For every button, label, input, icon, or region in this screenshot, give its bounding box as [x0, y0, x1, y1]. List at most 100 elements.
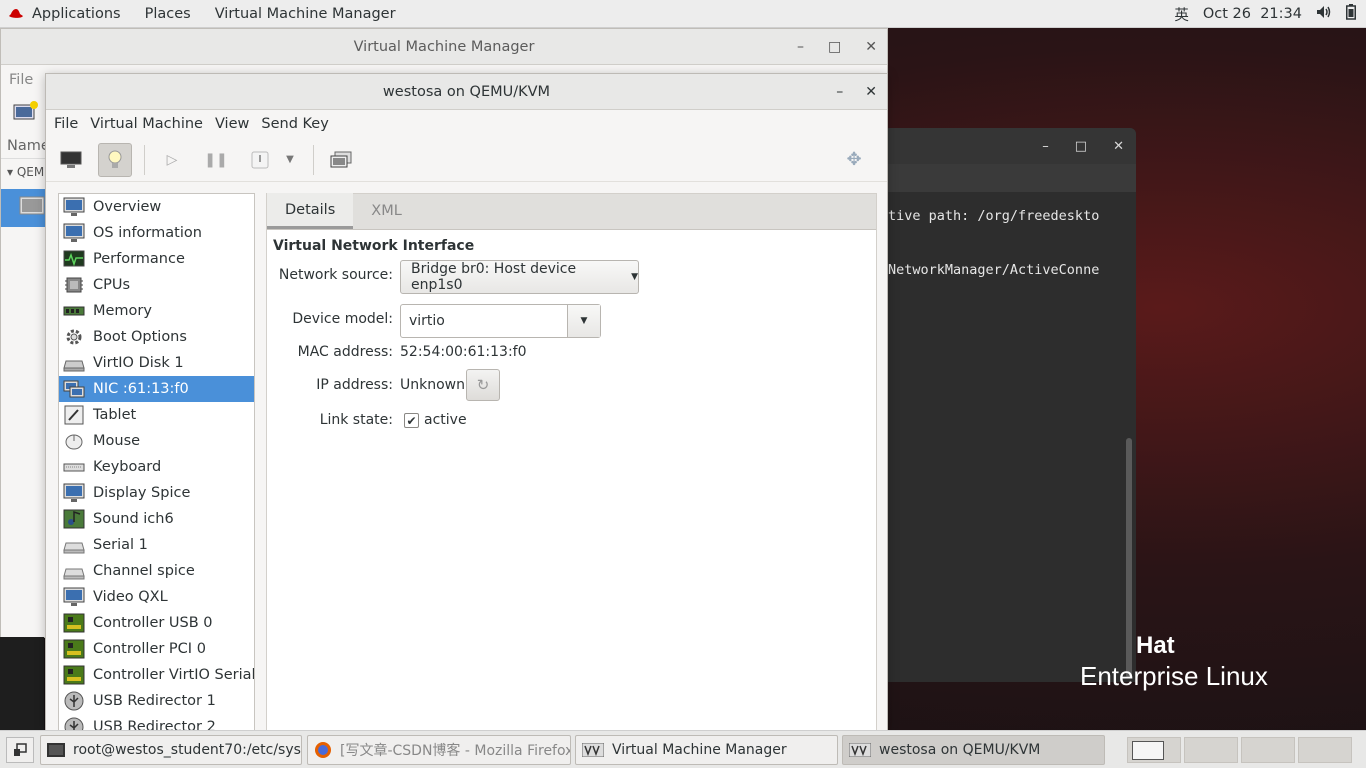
vmm-file-menu[interactable]: File — [9, 72, 33, 88]
close-icon[interactable]: ✕ — [865, 39, 877, 55]
workspace-3[interactable] — [1241, 737, 1295, 763]
hardware-item-label: Controller PCI 0 — [93, 641, 206, 657]
controller-icon — [63, 613, 85, 633]
hardware-item[interactable]: Memory — [59, 298, 254, 324]
new-vm-icon[interactable] — [13, 101, 39, 123]
ip-address-label: IP address: — [316, 377, 393, 393]
battery-icon[interactable] — [1346, 4, 1356, 24]
hardware-item-label: Keyboard — [93, 459, 162, 475]
hardware-item[interactable]: Display Spice — [59, 480, 254, 506]
app-menu[interactable]: Virtual Machine Manager — [203, 6, 408, 22]
menu-virtual-machine[interactable]: Virtual Machine — [84, 116, 209, 132]
hardware-item-label: Video QXL — [93, 589, 168, 605]
taskbar-item-firefox[interactable]: [写文章-CSDN博客 - Mozilla Firefox] — [307, 735, 571, 765]
device-model-dropdown-button[interactable]: ▼ — [567, 305, 600, 337]
monitor-icon — [63, 197, 85, 217]
snapshots-button[interactable] — [324, 143, 358, 177]
hardware-item[interactable]: OS information — [59, 220, 254, 246]
hardware-item-label: Mouse — [93, 433, 141, 449]
taskbar-item-terminal[interactable]: root@westos_student70:/etc/sysc... — [40, 735, 302, 765]
workspace-2[interactable] — [1184, 737, 1238, 763]
maximize-icon[interactable]: □ — [1075, 139, 1087, 154]
hardware-item[interactable]: Controller PCI 0 — [59, 636, 254, 662]
close-icon[interactable]: ✕ — [1113, 139, 1124, 154]
tab-xml[interactable]: XML — [353, 193, 420, 229]
hardware-item[interactable]: CPUs — [59, 272, 254, 298]
hardware-item[interactable]: Controller VirtIO Serial 0 — [59, 662, 254, 688]
link-state-checkbox[interactable]: ✔ — [404, 413, 419, 428]
places-menu[interactable]: Places — [133, 6, 203, 22]
run-button[interactable]: ▷ — [155, 143, 189, 177]
hardware-item[interactable]: VirtIO Disk 1 — [59, 350, 254, 376]
mac-address-label: MAC address: — [297, 344, 393, 360]
disk-icon — [63, 353, 85, 373]
terminal-titlebar: – □ ✕ — [884, 128, 1136, 164]
hardware-item[interactable]: Tablet — [59, 402, 254, 428]
menu-file[interactable]: File — [48, 116, 84, 132]
close-icon[interactable]: ✕ — [865, 84, 877, 100]
hardware-item-label: Boot Options — [93, 329, 187, 345]
pause-button[interactable]: ❚❚ — [199, 143, 233, 177]
power-icon — [251, 151, 269, 168]
vmm-title: Virtual Machine Manager — [353, 38, 535, 55]
connection-label: QEM — [16, 165, 45, 179]
show-desktop-button[interactable] — [6, 737, 34, 763]
menu-send-key[interactable]: Send Key — [255, 116, 334, 132]
hardware-item-label: CPUs — [93, 277, 131, 293]
hardware-item-label: NIC :61:13:f0 — [93, 381, 189, 397]
refresh-ip-button[interactable]: ↻ — [466, 369, 500, 401]
keyboard-icon — [63, 457, 85, 477]
hardware-item[interactable]: Sound ich6 — [59, 506, 254, 532]
hardware-item-label: Memory — [93, 303, 152, 319]
shutdown-menu-button[interactable]: ▼ — [279, 143, 301, 177]
network-source-dropdown[interactable]: Bridge br0: Host device enp1s0 ▼ — [400, 260, 639, 294]
vm-details-window[interactable]: westosa on QEMU/KVM – ✕ File Virtual Mac… — [45, 73, 888, 731]
workspace-4[interactable] — [1298, 737, 1352, 763]
mac-address-value: 52:54:00:61:13:f0 — [400, 344, 527, 360]
taskbar-item-label: [写文章-CSDN博客 - Mozilla Firefox] — [340, 743, 571, 759]
clock[interactable]: Oct 26 21:34 — [1203, 6, 1302, 22]
workspace-1[interactable] — [1127, 737, 1181, 763]
input-method-indicator[interactable]: 英 — [1174, 4, 1189, 25]
background-terminal-window[interactable]: – □ ✕ tive path: /org/freedeskto Network… — [884, 128, 1136, 682]
hardware-item[interactable]: Overview — [59, 194, 254, 220]
hardware-item[interactable]: Video QXL — [59, 584, 254, 610]
device-model-input[interactable]: virtio — [401, 305, 567, 337]
hardware-item[interactable]: Serial 1 — [59, 532, 254, 558]
link-state-label: Link state: — [319, 412, 393, 428]
maximize-icon[interactable]: □ — [828, 39, 841, 55]
hardware-item[interactable]: USB Redirector 1 — [59, 688, 254, 714]
taskbar-item-label: root@westos_student70:/etc/sysc... — [73, 742, 302, 758]
hardware-item[interactable]: NIC :61:13:f0 — [59, 376, 254, 402]
hardware-item[interactable]: Mouse — [59, 428, 254, 454]
details-button[interactable] — [98, 142, 132, 177]
applications-menu[interactable]: Applications — [30, 6, 133, 22]
hardware-item[interactable]: USB Redirector 2 — [59, 714, 254, 730]
taskbar-item-vmm[interactable]: Virtual Machine Manager — [575, 735, 838, 765]
device-model-combo[interactable]: virtio ▼ — [400, 304, 601, 338]
virt-manager-icon — [582, 743, 604, 757]
hardware-item[interactable]: Keyboard — [59, 454, 254, 480]
volume-icon[interactable] — [1316, 5, 1332, 23]
menu-view[interactable]: View — [209, 116, 255, 132]
hardware-list[interactable]: Overview OS information Performance CPUs Mem… — [58, 193, 255, 731]
section-title: Virtual Network Interface — [273, 238, 475, 254]
tab-details[interactable]: Details — [267, 193, 354, 229]
taskbar-item-westosa[interactable]: westosa on QEMU/KVM — [842, 735, 1105, 765]
hardware-item-label: Sound ich6 — [93, 511, 174, 527]
hardware-item[interactable]: Performance — [59, 246, 254, 272]
chevron-down-icon: ▼ — [631, 272, 638, 282]
minimize-icon[interactable]: – — [797, 39, 804, 55]
hardware-item-label: USB Redirector 1 — [93, 693, 216, 709]
refresh-icon: ↻ — [476, 376, 490, 394]
shutdown-button[interactable] — [243, 143, 277, 177]
minimize-icon[interactable]: – — [836, 84, 843, 100]
hardware-item-label: OS information — [93, 225, 202, 241]
monitor-icon — [63, 223, 85, 243]
fullscreen-button[interactable]: ✥ — [837, 143, 871, 177]
hardware-item[interactable]: Controller USB 0 — [59, 610, 254, 636]
hardware-item[interactable]: Channel spice — [59, 558, 254, 584]
hardware-item[interactable]: Boot Options — [59, 324, 254, 350]
minimize-icon[interactable]: – — [1042, 139, 1049, 154]
console-button[interactable] — [54, 143, 88, 177]
